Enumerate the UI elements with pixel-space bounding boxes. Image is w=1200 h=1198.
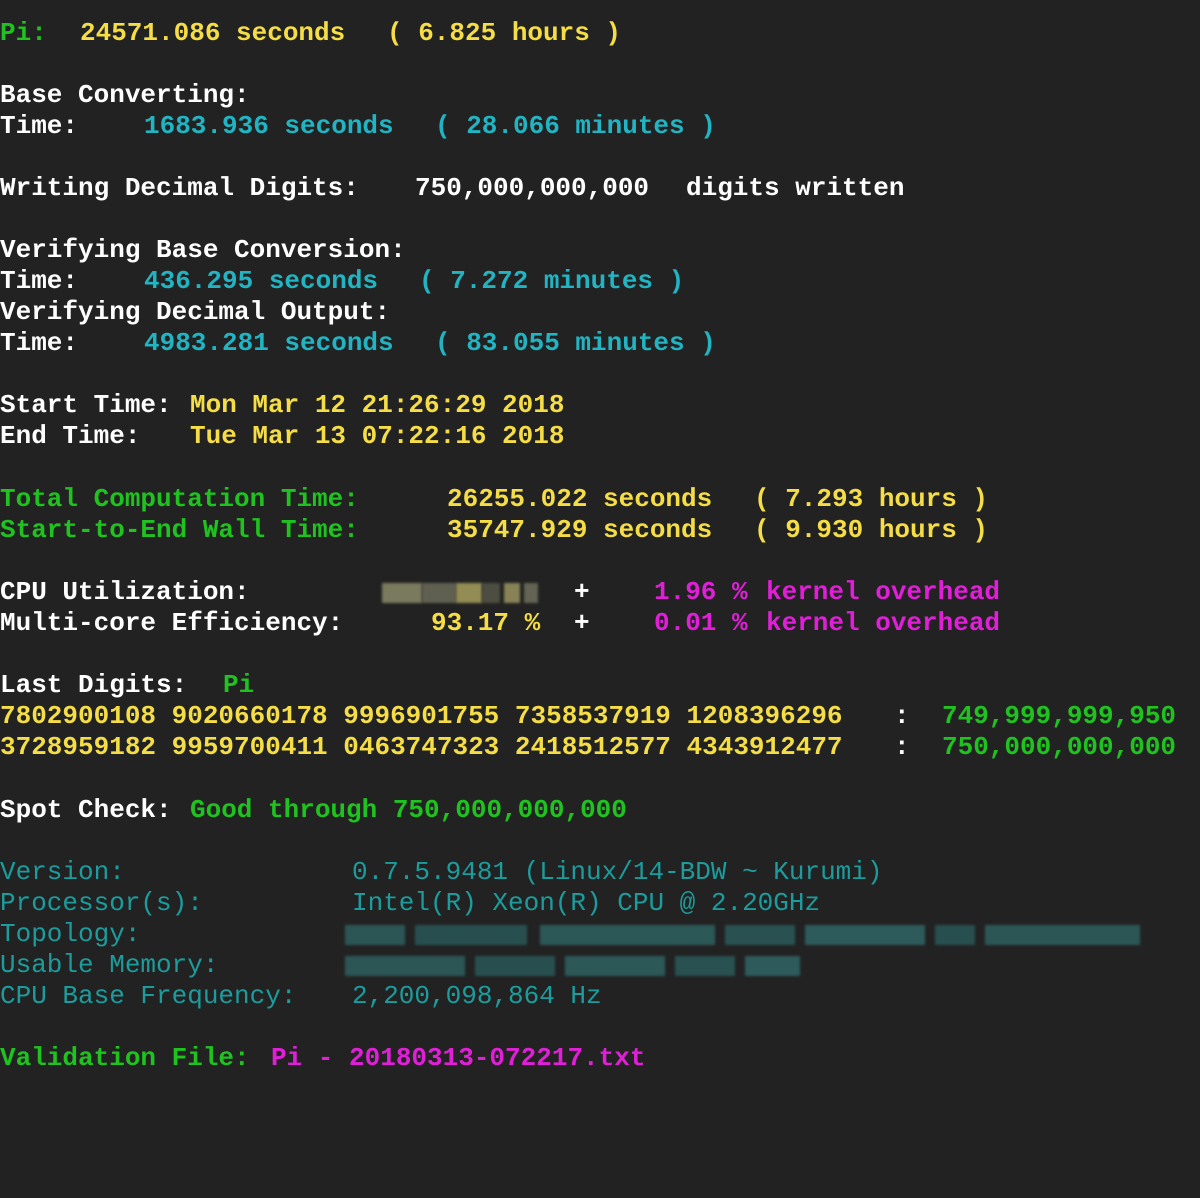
terminal-output: Pi: 24571.086 seconds ( 6.825 hours ) Ba… xyxy=(0,0,1200,1082)
memory-line: Usable Memory: xyxy=(0,950,800,981)
last-digits-heading-line: Last Digits: Pi xyxy=(0,670,254,701)
cpu-utilization-line: CPU Utilization: + 1.96 % kernel overhea… xyxy=(0,577,1000,608)
start-time-line: Start Time: Mon Mar 12 21:26:29 2018 xyxy=(0,390,564,421)
version-label: Version: xyxy=(0,857,125,887)
verify-base-heading: Verifying Base Conversion: xyxy=(0,235,406,265)
base-converting-heading-line: Base Converting: xyxy=(0,80,250,111)
cpu-kernel-value: 1.96 % xyxy=(654,577,748,607)
wall-time-line: Start-to-End Wall Time: 35747.929 second… xyxy=(0,515,988,546)
total-computation-label: Total Computation Time: xyxy=(0,484,359,514)
multicore-label: Multi-core Efficiency: xyxy=(0,608,344,638)
verify-base-time-label: Time: xyxy=(0,266,79,296)
validation-file-label: Validation File: xyxy=(0,1043,250,1073)
start-time-label: Start Time: xyxy=(0,390,172,420)
base-converting-time-label: Time: xyxy=(0,111,79,141)
base-converting-time-line: Time: 1683.936 seconds ( 28.066 minutes … xyxy=(0,111,716,142)
writing-digits-suffix: digits written xyxy=(686,173,905,203)
total-computation-hours: ( 7.293 hours ) xyxy=(754,484,989,514)
last-digits-row: 7802900108 9020660178 9996901755 7358537… xyxy=(0,701,1176,732)
total-computation-seconds: 26255.022 seconds xyxy=(447,484,713,514)
verify-decimal-heading-line: Verifying Decimal Output: xyxy=(0,297,390,328)
processor-label: Processor(s): xyxy=(0,888,203,918)
pi-time-line: Pi: 24571.086 seconds ( 6.825 hours ) xyxy=(0,18,621,49)
writing-digits-count: 750,000,000,000 xyxy=(415,173,650,203)
frequency-label: CPU Base Frequency: xyxy=(0,981,297,1011)
last-digits-row-position: 750,000,000,000 xyxy=(942,732,1177,762)
last-digits-row-separator: : xyxy=(894,701,910,731)
frequency-value: 2,200,098,864 Hz xyxy=(352,981,602,1011)
version-line: Version: 0.7.5.9481 (Linux/14-BDW ~ Kuru… xyxy=(0,857,883,888)
multicore-plus: + xyxy=(574,608,590,638)
multicore-line: Multi-core Efficiency: 93.17 % + 0.01 % … xyxy=(0,608,1000,639)
pi-label: Pi: xyxy=(0,18,47,48)
last-digits-label: Last Digits: xyxy=(0,670,188,700)
cpu-utilization-redacted xyxy=(382,577,542,608)
last-digits-constant: Pi xyxy=(223,670,255,700)
wall-time-hours: ( 9.930 hours ) xyxy=(754,515,989,545)
base-converting-minutes: ( 28.066 minutes ) xyxy=(435,111,716,141)
processor-line: Processor(s): Intel(R) Xeon(R) CPU @ 2.2… xyxy=(0,888,820,919)
memory-label: Usable Memory: xyxy=(0,950,219,980)
end-time-value: Tue Mar 13 07:22:16 2018 xyxy=(190,421,565,451)
wall-time-seconds: 35747.929 seconds xyxy=(447,515,713,545)
spot-check-value: Good through 750,000,000,000 xyxy=(190,795,627,825)
verify-decimal-time-line: Time: 4983.281 seconds ( 83.055 minutes … xyxy=(0,328,716,359)
last-digits-row-separator: : xyxy=(894,732,910,762)
pi-hours: ( 6.825 hours ) xyxy=(387,18,622,48)
wall-time-label: Start-to-End Wall Time: xyxy=(0,515,359,545)
end-time-label: End Time: xyxy=(0,421,141,451)
memory-redacted xyxy=(345,950,800,981)
multicore-kernel-value: 0.01 % xyxy=(654,608,748,638)
writing-digits-line: Writing Decimal Digits: 750,000,000,000 … xyxy=(0,173,904,204)
verify-decimal-seconds: 4983.281 seconds xyxy=(144,328,394,358)
writing-digits-label: Writing Decimal Digits: xyxy=(0,173,359,203)
version-value: 0.7.5.9481 (Linux/14-BDW ~ Kurumi) xyxy=(352,857,883,887)
pi-seconds: 24571.086 seconds xyxy=(80,18,346,48)
last-digits-row-digits: 7802900108 9020660178 9996901755 7358537… xyxy=(0,701,843,731)
end-time-line: End Time: Tue Mar 13 07:22:16 2018 xyxy=(0,421,564,452)
topology-redacted xyxy=(345,919,1140,950)
processor-value: Intel(R) Xeon(R) CPU @ 2.20GHz xyxy=(352,888,821,918)
last-digits-row-position: 749,999,999,950 xyxy=(942,701,1177,731)
multicore-kernel-label: kernel overhead xyxy=(766,608,1001,638)
verify-base-seconds: 436.295 seconds xyxy=(144,266,379,296)
validation-file-line: Validation File: Pi - 20180313-072217.tx… xyxy=(0,1043,645,1074)
multicore-value: 93.17 % xyxy=(431,608,541,638)
cpu-kernel-label: kernel overhead xyxy=(766,577,1001,607)
verify-base-heading-line: Verifying Base Conversion: xyxy=(0,235,406,266)
verify-base-minutes: ( 7.272 minutes ) xyxy=(419,266,685,296)
base-converting-seconds: 1683.936 seconds xyxy=(144,111,394,141)
topology-line: Topology: xyxy=(0,919,1140,950)
spot-check-label: Spot Check: xyxy=(0,795,172,825)
cpu-utilization-plus: + xyxy=(574,577,590,607)
total-computation-line: Total Computation Time: 26255.022 second… xyxy=(0,484,988,515)
start-time-value: Mon Mar 12 21:26:29 2018 xyxy=(190,390,565,420)
spot-check-line: Spot Check: Good through 750,000,000,000 xyxy=(0,795,627,826)
last-digits-row-digits: 3728959182 9959700411 0463747323 2418512… xyxy=(0,732,843,762)
verify-decimal-time-label: Time: xyxy=(0,328,79,358)
validation-file-value: Pi - 20180313-072217.txt xyxy=(271,1043,646,1073)
verify-decimal-minutes: ( 83.055 minutes ) xyxy=(435,328,716,358)
frequency-line: CPU Base Frequency: 2,200,098,864 Hz xyxy=(0,981,602,1012)
verify-base-time-line: Time: 436.295 seconds ( 7.272 minutes ) xyxy=(0,266,684,297)
base-converting-heading: Base Converting: xyxy=(0,80,250,110)
verify-decimal-heading: Verifying Decimal Output: xyxy=(0,297,391,327)
topology-label: Topology: xyxy=(0,919,141,949)
cpu-utilization-label: CPU Utilization: xyxy=(0,577,250,607)
last-digits-row: 3728959182 9959700411 0463747323 2418512… xyxy=(0,732,1176,763)
